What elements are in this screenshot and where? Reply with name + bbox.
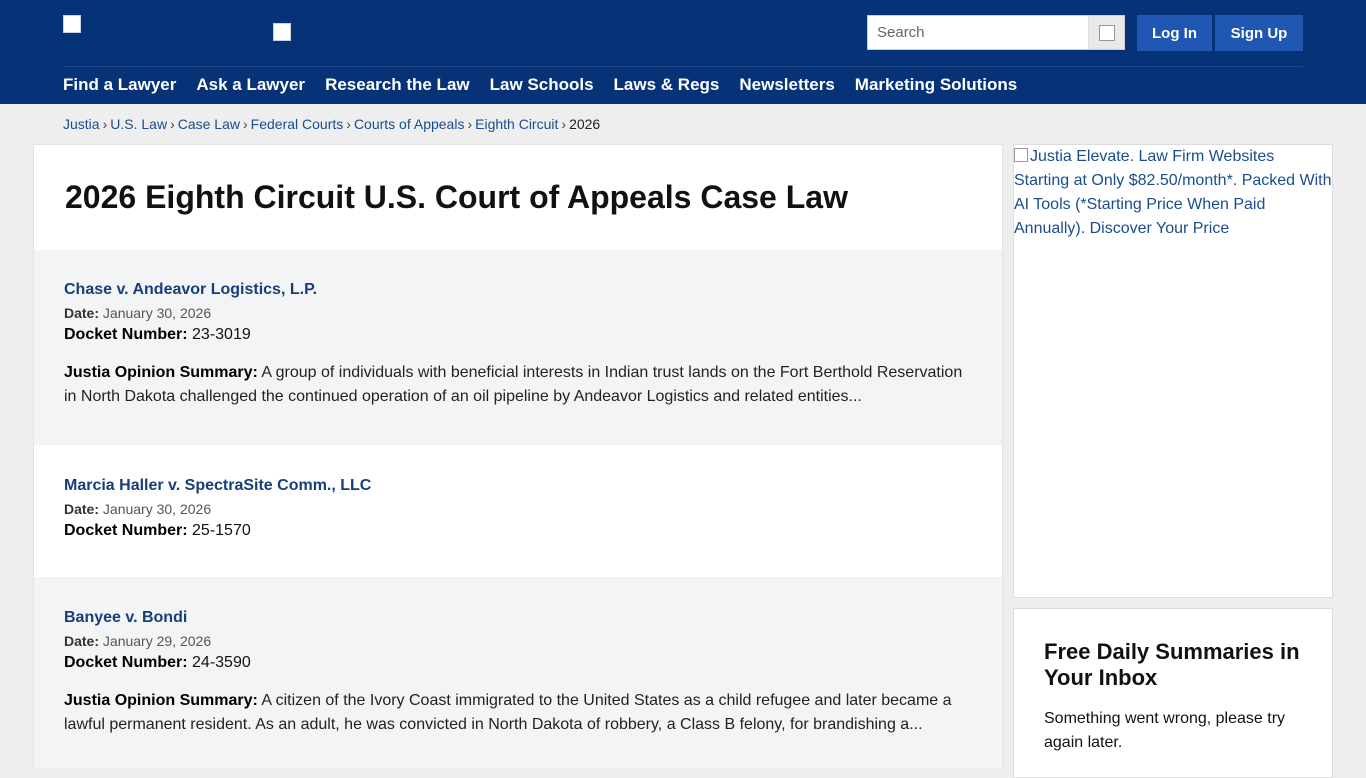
newsletter-signup: Free Daily Summaries in Your Inbox Somet… — [1013, 608, 1333, 778]
signup-error-message: Something went wrong, please try again l… — [1044, 710, 1286, 751]
breadcrumb-eighth-circuit[interactable]: Eighth Circuit — [475, 116, 558, 132]
nav-research-the-law[interactable]: Research the Law — [325, 75, 470, 95]
nav-ask-a-lawyer[interactable]: Ask a Lawyer — [196, 75, 305, 95]
ad-link[interactable]: Justia Elevate. Law Firm Websites Starti… — [1014, 145, 1332, 241]
docket-value: 25-1570 — [192, 522, 251, 539]
date-label: Date: — [64, 501, 100, 517]
nav-newsletters[interactable]: Newsletters — [739, 75, 834, 95]
case-title-link[interactable]: Marcia Haller v. SpectraSite Comm., LLC — [64, 477, 972, 495]
search-icon — [1098, 24, 1115, 41]
breadcrumb-separator: › — [467, 116, 473, 132]
main-nav: Find a Lawyer Ask a Lawyer Research the … — [63, 75, 1037, 95]
nav-divider — [63, 66, 1303, 67]
search-input[interactable] — [868, 16, 1090, 49]
case-date: Date: January 30, 2026 — [64, 501, 972, 517]
date-value: January 29, 2026 — [102, 633, 212, 649]
sidebar-ad: Justia Elevate. Law Firm Websites Starti… — [1013, 144, 1333, 598]
date-value: January 30, 2026 — [102, 305, 212, 321]
case-item: Marcia Haller v. SpectraSite Comm., LLC … — [34, 445, 1002, 577]
justia-logo[interactable] — [63, 15, 81, 33]
search-box — [867, 15, 1125, 50]
date-label: Date: — [64, 633, 100, 649]
case-docket: Docket Number: 23-3019 — [64, 326, 972, 344]
case-title-link[interactable]: Chase v. Andeavor Logistics, L.P. — [64, 281, 972, 299]
summary-label: Justia Opinion Summary: — [64, 364, 258, 381]
docket-value: 23-3019 — [192, 326, 251, 343]
breadcrumb-separator: › — [102, 116, 108, 132]
breadcrumb-separator: › — [243, 116, 248, 132]
breadcrumb: Justia › U.S. Law › Case Law › Federal Courts ›… — [63, 116, 600, 132]
breadcrumb-separator: › — [346, 116, 351, 132]
date-value: January 30, 2026 — [102, 501, 212, 517]
breadcrumb-separator: › — [561, 116, 567, 132]
case-title-link[interactable]: Banyee v. Bondi — [64, 609, 972, 627]
login-button[interactable]: Log In — [1137, 15, 1212, 51]
case-item: Chase v. Andeavor Logistics, L.P. Date: … — [34, 250, 1002, 445]
breadcrumb-courts-of-appeals[interactable]: Courts of Appeals — [354, 116, 465, 132]
broken-image-icon — [1014, 148, 1028, 162]
docket-label: Docket Number: — [64, 326, 188, 343]
breadcrumb-us-law[interactable]: U.S. Law — [110, 116, 167, 132]
breadcrumb-justia[interactable]: Justia — [63, 116, 100, 132]
breadcrumb-separator: › — [170, 116, 175, 132]
date-label: Date: — [64, 305, 100, 321]
nav-marketing-solutions[interactable]: Marketing Solutions — [855, 75, 1017, 95]
docket-label: Docket Number: — [64, 654, 188, 671]
nav-laws-and-regs[interactable]: Laws & Regs — [614, 75, 720, 95]
breadcrumb-case-law[interactable]: Case Law — [178, 116, 240, 132]
signup-button[interactable]: Sign Up — [1215, 15, 1303, 51]
ad-alt-text: Justia Elevate. Law Firm Websites Starti… — [1014, 148, 1332, 237]
nav-law-schools[interactable]: Law Schools — [490, 75, 594, 95]
page-title: 2026 Eighth Circuit U.S. Court of Appeal… — [65, 179, 848, 215]
docket-label: Docket Number: — [64, 522, 188, 539]
case-date: Date: January 29, 2026 — [64, 633, 972, 649]
case-list-panel: 2026 Eighth Circuit U.S. Court of Appeal… — [33, 144, 1003, 768]
site-header: Log In Sign Up Find a Lawyer Ask a Lawye… — [0, 0, 1366, 104]
breadcrumb-federal-courts[interactable]: Federal Courts — [251, 116, 344, 132]
summary-label: Justia Opinion Summary: — [64, 692, 258, 709]
breadcrumb-current: 2026 — [569, 116, 601, 132]
secondary-logo-image — [273, 23, 291, 41]
case-docket: Docket Number: 25-1570 — [64, 522, 972, 540]
case-docket: Docket Number: 24-3590 — [64, 654, 972, 672]
case-summary: Justia Opinion Summary: A group of indiv… — [64, 361, 969, 409]
signup-title: Free Daily Summaries in Your Inbox — [1044, 639, 1300, 690]
docket-value: 24-3590 — [192, 654, 251, 671]
case-item: Banyee v. Bondi Date: January 29, 2026 D… — [34, 577, 1002, 768]
nav-find-a-lawyer[interactable]: Find a Lawyer — [63, 75, 176, 95]
search-button[interactable] — [1088, 16, 1124, 49]
case-summary: Justia Opinion Summary: A citizen of the… — [64, 689, 969, 737]
case-date: Date: January 30, 2026 — [64, 305, 972, 321]
